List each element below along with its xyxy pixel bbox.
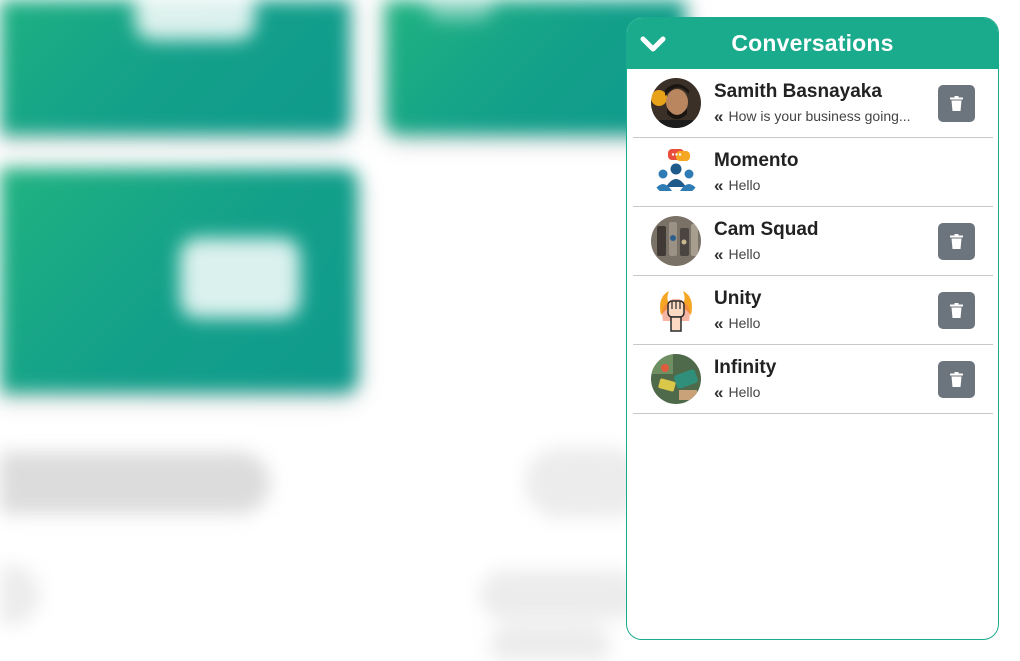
double-left-quote-icon: «	[714, 246, 724, 263]
avatar	[651, 216, 701, 266]
conversation-item[interactable]: Momento « Hello	[633, 138, 993, 207]
panel-title: Conversations	[731, 30, 894, 56]
avatar	[651, 78, 701, 128]
last-message: Hello	[728, 315, 761, 331]
group-chat-avatar-icon	[651, 147, 701, 197]
chevron-down-icon	[640, 36, 666, 52]
background-blob	[480, 570, 640, 620]
background-blob	[0, 452, 270, 514]
trash-icon	[950, 234, 963, 249]
double-left-quote-icon: «	[714, 315, 724, 332]
last-message: Hello	[728, 177, 761, 193]
last-message: How is your business going...	[728, 108, 911, 124]
conversation-name: Samith Basnayaka	[714, 81, 882, 102]
delete-button[interactable]	[938, 292, 975, 329]
double-left-quote-icon: «	[714, 108, 724, 125]
colorful-photo-avatar	[651, 354, 701, 404]
background-card	[0, 168, 358, 393]
last-message: Hello	[728, 384, 761, 400]
background-blob	[490, 625, 610, 661]
camera-gear-photo-avatar	[651, 216, 701, 266]
raised-fist-avatar-icon	[651, 285, 701, 335]
conversation-name: Infinity	[714, 357, 777, 378]
avatar	[651, 147, 701, 197]
conversation-item[interactable]: Unity « Hello	[633, 276, 993, 345]
avatar	[651, 354, 701, 404]
trash-icon	[950, 96, 963, 111]
conversation-item[interactable]: Samith Basnayaka « How is your business …	[633, 69, 993, 138]
avatar	[651, 285, 701, 335]
person-photo-avatar	[651, 78, 701, 128]
double-left-quote-icon: «	[714, 384, 724, 401]
delete-button[interactable]	[938, 85, 975, 122]
trash-icon	[950, 303, 963, 318]
last-message: Hello	[728, 246, 761, 262]
delete-button[interactable]	[938, 361, 975, 398]
panel-header: Conversations	[627, 18, 998, 69]
conversation-list: Samith Basnayaka « How is your business …	[627, 69, 998, 414]
collapse-button[interactable]	[639, 32, 667, 56]
conversation-item[interactable]: Infinity « Hello	[633, 345, 993, 414]
conversation-name: Unity	[714, 288, 762, 309]
background-card	[0, 0, 350, 135]
conversation-name: Cam Squad	[714, 219, 819, 240]
background-blob	[0, 565, 40, 625]
conversations-panel: Conversations Samith Basnayaka « How is	[626, 17, 999, 640]
trash-icon	[950, 372, 963, 387]
delete-button[interactable]	[938, 223, 975, 260]
conversation-name: Momento	[714, 150, 799, 171]
conversation-item[interactable]: Cam Squad « Hello	[633, 207, 993, 276]
double-left-quote-icon: «	[714, 177, 724, 194]
